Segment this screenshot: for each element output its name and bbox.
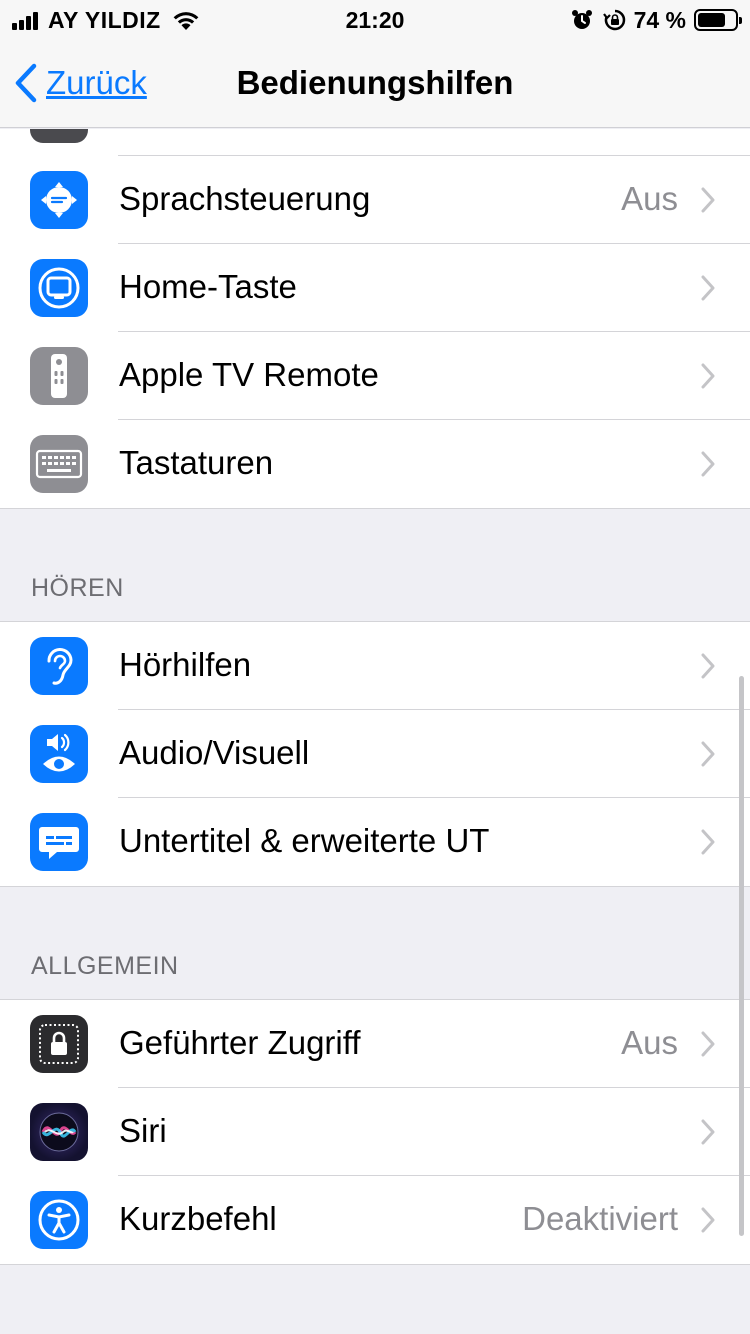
chevron-right-icon <box>701 829 715 855</box>
list-item-partial[interactable] <box>0 129 750 156</box>
row-label: Tastaturen <box>119 444 274 481</box>
chevron-right-icon <box>701 1207 715 1233</box>
group-allgemein: Geführter Zugriff Aus Siri Kurzbefehl De… <box>0 999 750 1265</box>
chevron-right-icon <box>701 1119 715 1145</box>
keyboard-icon <box>30 435 88 493</box>
ear-icon <box>30 637 88 695</box>
alarm-icon <box>571 10 592 29</box>
group-interaction: Sprachsteuerung Aus Home-Taste Apple TV … <box>0 129 750 509</box>
orientation-lock-icon <box>602 9 625 31</box>
chevron-right-icon <box>701 363 715 389</box>
chevron-right-icon <box>701 187 715 213</box>
row-gefuehrter-zugriff[interactable]: Geführter Zugriff Aus <box>0 1000 750 1088</box>
row-kurzbefehl[interactable]: Kurzbefehl Deaktiviert <box>0 1176 750 1264</box>
group-hoeren: Hörhilfen Audio/Visuell Untertitel & erw… <box>0 621 750 887</box>
row-hoerhilfen[interactable]: Hörhilfen <box>0 622 750 710</box>
row-label: Sprachsteuerung <box>119 180 371 217</box>
section-header-label: ALLGEMEIN <box>31 952 179 980</box>
row-audio-visuell[interactable]: Audio/Visuell <box>0 710 750 798</box>
row-value: Aus <box>621 1024 678 1061</box>
chevron-right-icon <box>701 451 715 477</box>
row-tastaturen[interactable]: Tastaturen <box>0 420 750 508</box>
chevron-right-icon <box>701 741 715 767</box>
row-value: Deaktiviert <box>522 1200 678 1237</box>
status-right: 74 % <box>570 6 742 34</box>
remote-icon <box>30 347 88 405</box>
battery-fill <box>698 13 725 27</box>
siri-icon <box>30 1103 88 1161</box>
row-label: Siri <box>119 1112 167 1149</box>
status-bar: AY YILDIZ 21:20 74 % <box>0 0 750 40</box>
chevron-right-icon <box>701 653 715 679</box>
accessibility-icon <box>30 1191 88 1249</box>
battery-icon <box>694 9 742 31</box>
settings-list: Sprachsteuerung Aus Home-Taste Apple TV … <box>0 129 750 1265</box>
scrollbar[interactable] <box>739 676 744 1236</box>
battery-percent: 74 % <box>633 6 686 33</box>
row-label: Apple TV Remote <box>119 356 379 393</box>
row-value: Aus <box>621 180 678 217</box>
row-untertitel[interactable]: Untertitel & erweiterte UT <box>0 798 750 886</box>
chevron-right-icon <box>701 1031 715 1057</box>
navigation-bar: Zurück Bedienungshilfen <box>0 40 750 128</box>
row-label: Untertitel & erweiterte UT <box>119 822 490 859</box>
subtitles-icon <box>30 813 88 871</box>
page-title: Bedienungshilfen <box>236 64 514 101</box>
row-home-taste[interactable]: Home-Taste <box>0 244 750 332</box>
row-apple-tv-remote[interactable]: Apple TV Remote <box>0 332 750 420</box>
chevron-right-icon <box>701 275 715 301</box>
voice-control-icon <box>30 171 88 229</box>
row-label: Audio/Visuell <box>119 734 310 771</box>
row-label: Home-Taste <box>119 268 297 305</box>
home-button-icon <box>30 259 88 317</box>
row-label: Geführter Zugriff <box>119 1024 361 1061</box>
section-header-hoeren: HÖREN <box>0 509 750 621</box>
row-sprachsteuerung[interactable]: Sprachsteuerung Aus <box>0 156 750 244</box>
audio-visual-icon <box>30 725 88 783</box>
partial-row-icon <box>30 129 88 143</box>
section-header-label: HÖREN <box>31 574 124 602</box>
row-siri[interactable]: Siri <box>0 1088 750 1176</box>
section-header-allgemein: ALLGEMEIN <box>0 887 750 999</box>
row-label: Hörhilfen <box>119 646 252 683</box>
guided-access-icon <box>30 1015 88 1073</box>
row-label: Kurzbefehl <box>119 1200 277 1237</box>
